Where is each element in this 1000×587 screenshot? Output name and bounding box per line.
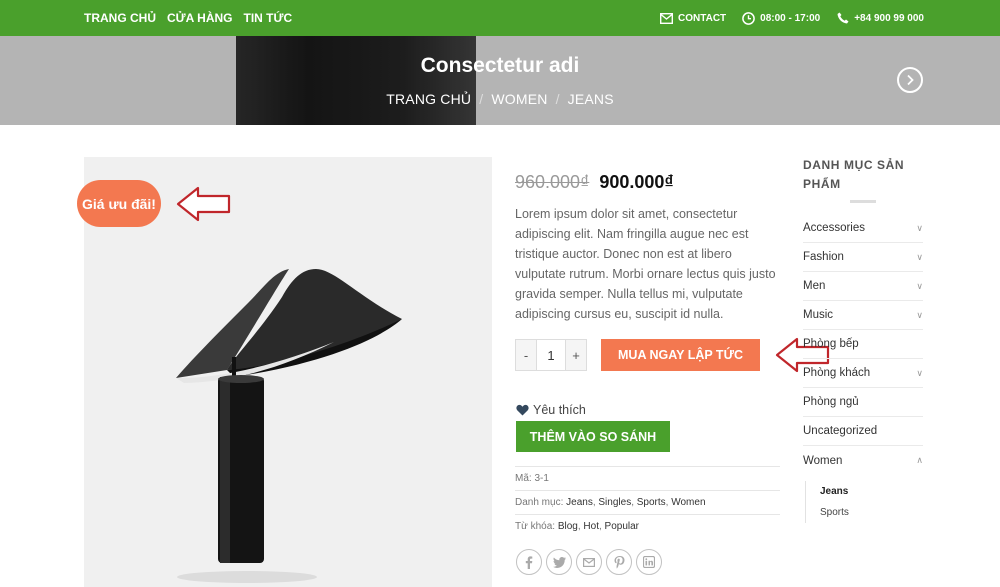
category-item-living-room[interactable]: Phòng khách ∨ [803, 359, 923, 388]
tag-link[interactable]: Hot [583, 521, 599, 532]
top-navigation: TRANG CHỦ CỬA HÀNG TIN TỨC [84, 0, 292, 36]
subcategory-item-sports[interactable]: Sports [820, 502, 923, 523]
category-link[interactable]: Sports [637, 497, 666, 508]
category-label: Uncategorized [803, 425, 878, 437]
phone-text: +84 900 99 000 [854, 12, 924, 24]
category-item-men[interactable]: Men ∨ [803, 272, 923, 301]
hours-text: 08:00 - 17:00 [760, 12, 821, 24]
page-title: Consectetur adi [420, 54, 580, 77]
title-divider [850, 200, 876, 203]
email-share-button[interactable] [576, 549, 602, 575]
category-item-accessories[interactable]: Accessories ∨ [803, 214, 923, 243]
wishlist-link[interactable]: Yêu thích [516, 403, 586, 417]
buy-now-button[interactable]: MUA NGAY LẬP TỨC [601, 339, 760, 371]
chevron-right-icon [907, 74, 914, 86]
next-product-button[interactable] [897, 67, 923, 93]
contact-link[interactable]: CONTACT [660, 12, 726, 25]
category-item-uncategorized[interactable]: Uncategorized [803, 417, 923, 446]
annotation-arrow-left-icon [176, 186, 231, 222]
old-price: 960.000₫ [515, 172, 590, 192]
clock-icon [742, 11, 756, 25]
banner-background-image [236, 36, 476, 125]
chevron-up-icon[interactable]: ∧ [916, 455, 923, 466]
category-link[interactable]: Jeans [566, 497, 593, 508]
envelope-icon [660, 12, 674, 25]
chevron-down-icon[interactable]: ∨ [916, 252, 923, 263]
category-label: Phòng khách [803, 367, 871, 379]
pinterest-icon [614, 555, 624, 568]
chevron-down-icon[interactable]: ∨ [916, 223, 923, 234]
category-label: Men [803, 280, 826, 292]
breadcrumb-women[interactable]: WOMEN [491, 91, 547, 107]
breadcrumb-separator: / [479, 91, 484, 107]
breadcrumb-separator: / [555, 91, 560, 107]
category-item-music[interactable]: Music ∨ [803, 301, 923, 330]
sku-label: Mã: [515, 473, 532, 484]
product-description: Lorem ipsum dolor sit amet, consectetur … [515, 207, 776, 321]
pinterest-share-button[interactable] [606, 549, 632, 575]
category-label: Phòng bếp [803, 338, 859, 350]
category-label: Music [803, 309, 834, 321]
top-bar: TRANG CHỦ CỬA HÀNG TIN TỨC CONTACT 08:00… [0, 0, 1000, 36]
contact-label: CONTACT [678, 12, 727, 24]
chevron-down-icon[interactable]: ∨ [916, 310, 923, 321]
women-subcategory-list: Jeans Sports [805, 481, 923, 523]
twitter-share-button[interactable] [546, 549, 572, 575]
nav-home[interactable]: TRANG CHỦ [84, 11, 156, 25]
quantity-stepper: - 1 + [515, 339, 587, 371]
tag-link[interactable]: Blog [558, 521, 578, 532]
breadcrumb-home[interactable]: TRANG CHỦ [386, 91, 471, 107]
product-price: 960.000₫ 900.000₫ [515, 172, 674, 193]
facebook-share-button[interactable] [516, 549, 542, 575]
linkedin-share-button[interactable] [636, 549, 662, 575]
category-label: Fashion [803, 251, 844, 263]
quantity-decrease-button[interactable]: - [516, 340, 536, 370]
nav-shop[interactable]: CỬA HÀNG [167, 11, 233, 25]
heart-icon [516, 404, 529, 416]
envelope-icon [583, 557, 595, 567]
category-item-kitchen[interactable]: Phòng bếp [803, 330, 923, 359]
category-list: Accessories ∨ Fashion ∨ Men ∨ Music ∨ Phòng … [803, 214, 923, 523]
twitter-icon [552, 556, 566, 568]
category-label: Phòng ngủ [803, 396, 859, 408]
category-link[interactable]: Women [671, 497, 705, 508]
sale-badge: Giá ưu đãi! [77, 180, 161, 227]
categories-label: Danh mục: [515, 497, 564, 508]
product-tags: Từ khóa: Blog, Hot, Popular [515, 514, 780, 532]
category-item-women[interactable]: Women ∧ [803, 446, 923, 475]
chevron-down-icon[interactable]: ∨ [916, 281, 923, 292]
tag-link[interactable]: Popular [605, 521, 639, 532]
tags-label: Từ khóa: [515, 521, 556, 532]
sku-value: 3-1 [534, 473, 549, 484]
linkedin-icon [643, 556, 655, 568]
category-label: Women [803, 454, 843, 467]
breadcrumb-jeans[interactable]: JEANS [568, 91, 614, 107]
phone-icon [836, 12, 849, 25]
sale-price: 900.000₫ [599, 172, 674, 192]
product-sku: Mã: 3-1 [515, 466, 780, 484]
facebook-icon [525, 555, 533, 569]
share-buttons [516, 549, 662, 575]
opening-hours: 08:00 - 17:00 [742, 11, 821, 25]
quantity-input[interactable]: 1 [536, 340, 566, 370]
category-link[interactable]: Singles [598, 497, 631, 508]
chevron-down-icon[interactable]: ∨ [916, 368, 923, 379]
product-categories: Danh mục: Jeans, Singles, Sports, Women [515, 490, 780, 508]
nav-news[interactable]: TIN TỨC [244, 11, 293, 25]
top-contact-info: CONTACT 08:00 - 17:00 +84 900 99 000 [660, 0, 924, 36]
product-categories-title: DANH MỤC SẢN PHẨM [803, 158, 905, 191]
breadcrumb: TRANG CHỦ / WOMEN / JEANS [0, 91, 1000, 107]
category-item-bedroom[interactable]: Phòng ngủ [803, 388, 923, 417]
wishlist-label: Yêu thích [533, 403, 586, 417]
phone-link[interactable]: +84 900 99 000 [836, 12, 924, 25]
category-item-fashion[interactable]: Fashion ∨ [803, 243, 923, 272]
quantity-increase-button[interactable]: + [566, 340, 586, 370]
page-title-banner: Consectetur adi TRANG CHỦ / WOMEN / JEANS [0, 36, 1000, 125]
subcategory-item-jeans[interactable]: Jeans [820, 481, 923, 502]
category-label: Accessories [803, 222, 865, 234]
add-to-compare-button[interactable]: THÊM VÀO SO SÁNH [516, 421, 670, 452]
